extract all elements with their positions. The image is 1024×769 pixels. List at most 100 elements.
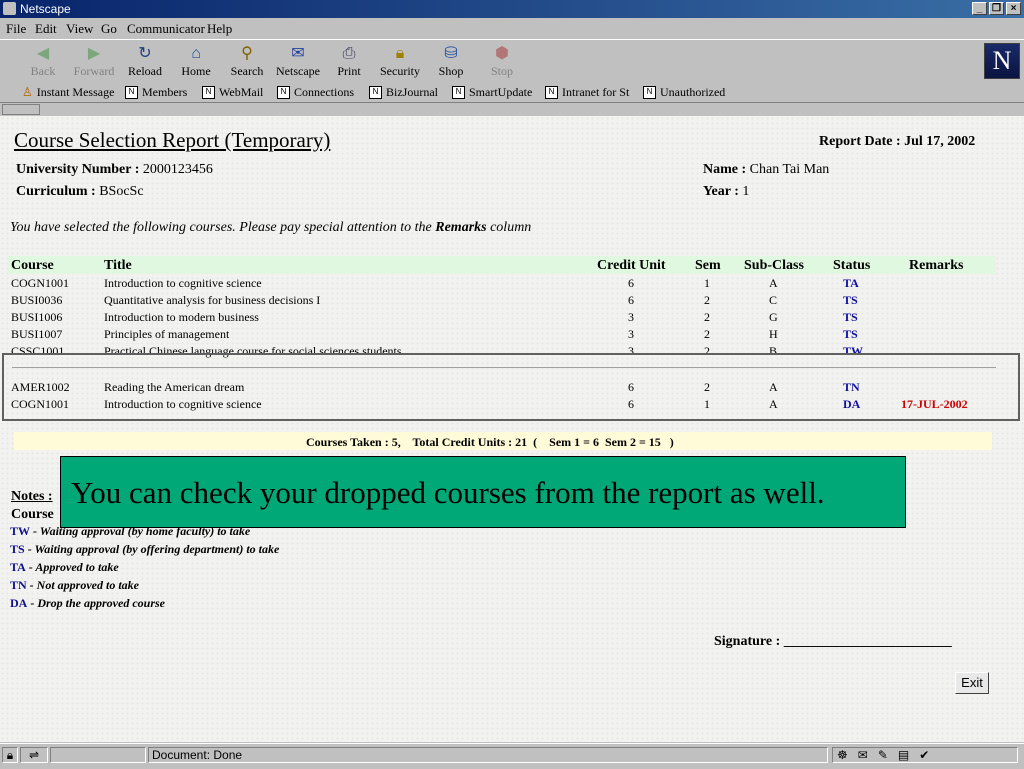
cell-course: COGN1001: [11, 397, 70, 411]
restore-button[interactable]: ❐: [989, 2, 1004, 15]
col-remarks: Remarks: [909, 258, 964, 273]
back-button[interactable]: ◀ Back: [18, 42, 68, 82]
search-button[interactable]: ⚲ Search: [222, 42, 272, 82]
legend-item: DA - Drop the approved course: [10, 596, 165, 610]
cell-subclass: A: [769, 397, 778, 411]
cell-credit: 6: [628, 276, 634, 290]
name-value: Chan Tai Man: [749, 162, 830, 177]
cell-credit: 6: [628, 293, 634, 307]
bookmark-icon: N: [369, 86, 382, 99]
status-text: Document: Done: [148, 747, 828, 763]
bookmark-icon: N: [545, 86, 558, 99]
cell-course: AMER1002: [11, 380, 70, 394]
cell-title: Introduction to cognitive science: [104, 276, 262, 290]
cell-status: DA: [843, 397, 861, 411]
col-subclass: Sub-Class: [744, 258, 804, 273]
cell-title: Quantitative analysis for business decis…: [104, 293, 321, 307]
bookmark-smartupdate[interactable]: N SmartUpdate: [452, 85, 532, 100]
page-content: Course Selection Report (Temporary) Repo…: [0, 116, 1024, 742]
menu-communicator[interactable]: Communicator: [127, 21, 205, 37]
bookmark-connections[interactable]: N Connections: [277, 85, 354, 100]
col-title: Title: [104, 258, 132, 273]
bookmark-webmail[interactable]: N WebMail: [202, 85, 263, 100]
university-number-label: University Number :: [16, 162, 140, 177]
composer-icon[interactable]: ▤: [898, 748, 909, 762]
cell-sem: 1: [704, 276, 710, 290]
forward-arrow-icon: ▶: [87, 45, 101, 62]
bookmark-instant-message[interactable]: ♙ Instant Message: [22, 85, 114, 100]
print-button[interactable]: ⎙ Print: [324, 42, 374, 82]
name-label: Name :: [703, 162, 747, 177]
curriculum-label: Curriculum :: [16, 184, 96, 199]
mail-icon[interactable]: ✉: [858, 748, 868, 762]
exit-button[interactable]: Exit: [955, 672, 989, 694]
cell-subclass: G: [769, 310, 778, 324]
notes-course-label: Course: [11, 507, 54, 522]
navigation-toolbar: ◀ Back ▶ Forward ↻ Reload ⌂ Home ⚲ Search ✉ Ne…: [0, 39, 1024, 85]
notes-label: Notes :: [11, 489, 53, 504]
signature-line: Signature : ________________________: [714, 634, 952, 649]
cell-remarks: 17-JUL-2002: [901, 397, 968, 411]
shop-icon: ⛁: [444, 45, 458, 62]
bookmark-bizjournal[interactable]: N BizJournal: [369, 85, 438, 100]
forward-button[interactable]: ▶ Forward: [69, 42, 119, 82]
toolbar-tab-grip[interactable]: [2, 104, 40, 115]
cell-status: TS: [843, 310, 858, 324]
bookmark-icon: N: [202, 86, 215, 99]
cell-sem: 2: [704, 327, 710, 341]
discussion-icon[interactable]: ✎: [878, 748, 888, 762]
netscape-button[interactable]: ✉ Netscape: [273, 42, 323, 82]
security-lock-icon[interactable]: 🔒︎: [2, 747, 18, 763]
cell-course: COGN1001: [11, 276, 70, 290]
cell-subclass: A: [769, 276, 778, 290]
legend-item: TA - Approved to take: [10, 560, 119, 574]
bookmark-members[interactable]: N Members: [125, 85, 187, 100]
navigator-icon[interactable]: ☸: [837, 748, 848, 762]
cell-status: TA: [843, 276, 859, 290]
home-icon: ⌂: [191, 45, 201, 62]
menu-view[interactable]: View: [66, 21, 93, 37]
year-label: Year :: [703, 184, 739, 199]
minimize-button[interactable]: _: [972, 2, 987, 15]
report-date: Report Date : Jul 17, 2002: [819, 134, 976, 149]
progress-bar: [50, 747, 146, 763]
shop-button[interactable]: ⛁ Shop: [426, 42, 476, 82]
bookmark-icon: N: [277, 86, 290, 99]
cell-title: Reading the American dream: [104, 380, 245, 394]
reload-button[interactable]: ↻ Reload: [120, 42, 170, 82]
col-sem: Sem: [695, 258, 721, 273]
netscape-logo[interactable]: N: [984, 43, 1020, 79]
bookmark-icon: N: [452, 86, 465, 99]
close-button[interactable]: ×: [1006, 2, 1021, 15]
connection-icon: ⇌: [20, 747, 48, 763]
stop-button[interactable]: ⬢ Stop: [477, 42, 527, 82]
cell-title: Principles of management: [104, 327, 230, 341]
cell-sem: 2: [704, 310, 710, 324]
component-bar: ☸ ✉ ✎ ▤ ✔: [832, 747, 1018, 763]
page-title: Course Selection Report (Temporary): [14, 128, 331, 152]
back-arrow-icon: ◀: [36, 45, 50, 62]
cell-sem: 2: [704, 380, 710, 394]
summary-text: Courses Taken : 5, Total Credit Units : …: [306, 435, 674, 449]
tutorial-callout: You can check your dropped courses from …: [60, 456, 906, 528]
menu-go[interactable]: Go: [101, 21, 117, 37]
netscape-icon: ✉: [291, 45, 305, 62]
menu-edit[interactable]: Edit: [35, 21, 57, 37]
col-credit-unit: Credit Unit: [597, 258, 666, 273]
home-button[interactable]: ⌂ Home: [171, 42, 221, 82]
university-number-value: 2000123456: [142, 162, 213, 177]
aim-icon[interactable]: ✔: [919, 748, 929, 762]
bookmark-unauthorized[interactable]: N Unauthorized: [643, 85, 725, 100]
reload-icon: ↻: [138, 45, 152, 62]
cell-credit: 3: [628, 310, 634, 324]
bookmark-intranet[interactable]: N Intranet for St: [545, 85, 629, 100]
security-button[interactable]: 🔒︎ Security: [375, 42, 425, 82]
print-icon: ⎙: [342, 45, 356, 62]
cell-status: TS: [843, 327, 858, 341]
search-icon: ⚲: [241, 45, 253, 62]
menu-file[interactable]: File: [6, 21, 26, 37]
menu-help[interactable]: Help: [207, 21, 232, 37]
cell-subclass: A: [769, 380, 778, 394]
legend-item: TS - Waiting approval (by offering depar…: [10, 542, 280, 556]
cell-course: BUSI0036: [11, 293, 63, 307]
